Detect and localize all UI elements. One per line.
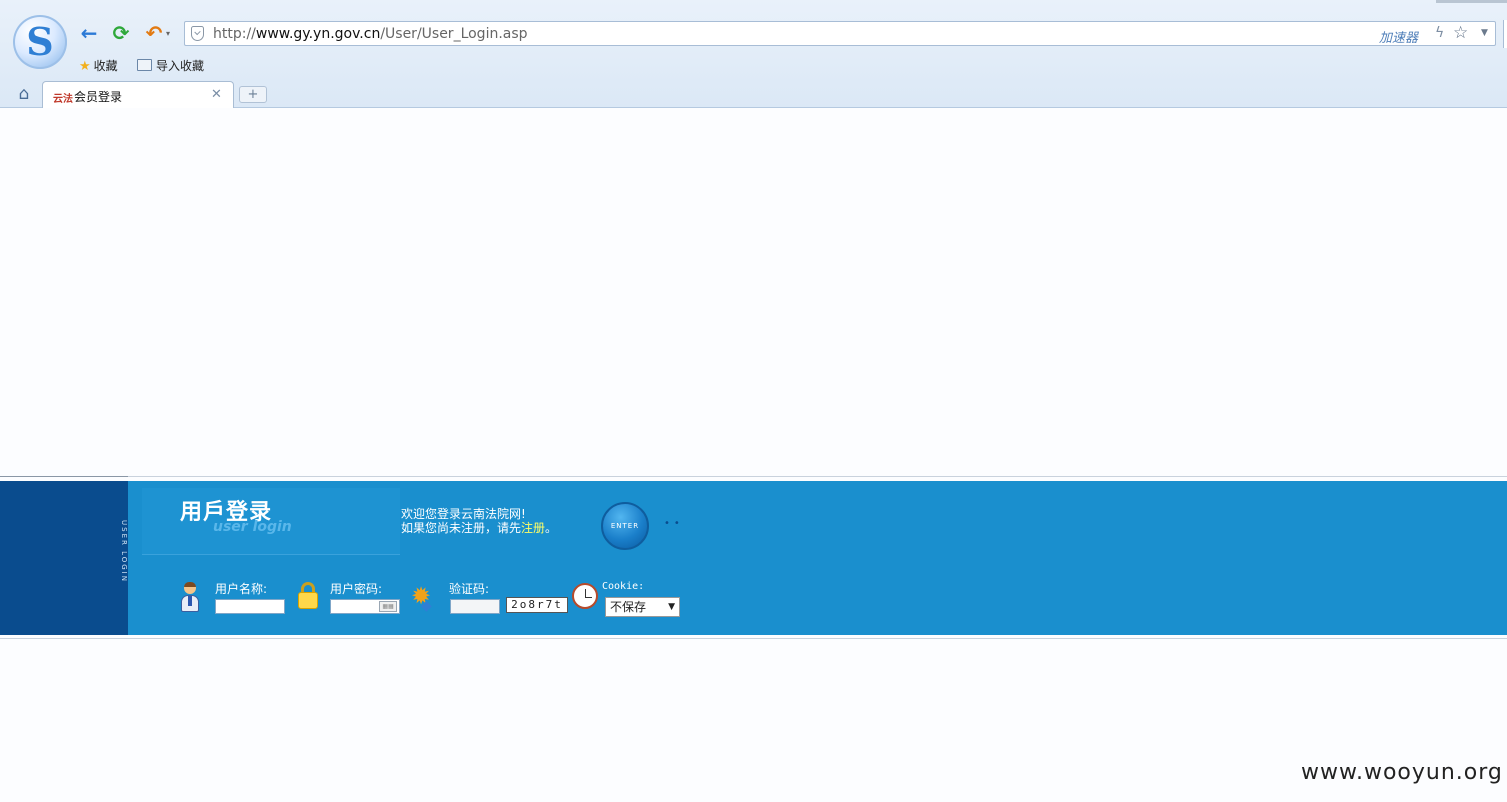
back-arrow-icon[interactable]: ← — [78, 22, 100, 44]
lightning-icon[interactable]: ϟ — [1435, 25, 1444, 41]
url-text[interactable]: http://www.gy.yn.gov.cn/User/User_Login.… — [213, 26, 528, 42]
lock-icon — [297, 582, 319, 610]
welcome-prefix: 如果您尚未注册，请先 — [401, 521, 522, 535]
home-icon[interactable]: ⌂ — [14, 85, 34, 103]
star-icon: ★ — [79, 59, 91, 74]
welcome-message: 欢迎您登录云南法院网! 如果您尚未注册，请先注册。 — [401, 507, 557, 535]
cookie-label: Cookie: — [602, 581, 645, 592]
vertical-label: USER LOGIN — [120, 520, 128, 583]
bookmark-label: 导入收藏 — [156, 59, 205, 73]
undo-dropdown-icon[interactable]: ▾ — [166, 29, 170, 38]
tab-title: 会员登录 — [74, 90, 123, 104]
watermark: www.wooyun.org — [1301, 760, 1503, 785]
security-shield-icon — [191, 26, 204, 41]
new-tab-button[interactable]: + — [239, 86, 267, 103]
divider — [0, 476, 1507, 477]
divider — [0, 476, 128, 477]
register-link[interactable]: 注册 — [521, 521, 545, 535]
folder-icon — [137, 59, 152, 71]
login-side-panel — [0, 481, 128, 635]
bookmark-import[interactable]: 导入收藏 — [137, 57, 204, 74]
close-icon[interactable]: ✕ — [211, 87, 222, 102]
login-subtitle: user login — [213, 519, 292, 535]
decorative-dots: •• — [664, 518, 684, 529]
clock-icon — [572, 583, 598, 609]
welcome-line-1: 欢迎您登录云南法院网! — [401, 507, 526, 521]
gear-icon: ✹ ◆ — [411, 582, 432, 614]
url-prefix: http:// — [213, 26, 256, 42]
bookmark-label: 收藏 — [93, 59, 118, 73]
captcha-label: 验证码: — [449, 582, 490, 596]
url-host: www.gy.yn.gov.cn — [255, 26, 381, 42]
keyboard-icon[interactable]: ▦▦ — [379, 601, 397, 612]
tab-favicon: 云法 — [53, 94, 73, 105]
window-edge — [1436, 0, 1507, 3]
address-dropdown-icon[interactable]: ▼ — [1481, 28, 1488, 38]
dropdown-arrow-icon: ▼ — [668, 602, 675, 612]
welcome-line-2: 如果您尚未注册，请先注册。 — [401, 521, 557, 535]
cookie-select[interactable]: 不保存 ▼ — [605, 597, 680, 617]
enter-button[interactable]: ENTER — [601, 502, 649, 550]
undo-close-tab-icon[interactable]: ↶ — [143, 22, 165, 44]
bookmark-favorites[interactable]: ★ 收藏 — [79, 57, 118, 74]
captcha-input[interactable] — [450, 599, 500, 614]
user-icon — [179, 582, 201, 612]
password-label: 用户密码: — [330, 582, 383, 596]
toolbar-edge — [1503, 20, 1507, 48]
url-path: /User/User_Login.asp — [380, 26, 528, 42]
divider — [0, 638, 1507, 639]
browser-logo-icon: S — [13, 15, 67, 69]
browser-tab[interactable]: 云法 会员登录 ✕ — [42, 81, 234, 108]
username-input[interactable] — [215, 599, 285, 614]
accelerator-button[interactable]: 加速器 — [1379, 27, 1418, 46]
username-label: 用户名称: — [215, 582, 268, 596]
welcome-suffix: 。 — [545, 521, 558, 535]
cookie-selected-value: 不保存 — [610, 600, 647, 614]
favorite-star-icon[interactable]: ☆ — [1453, 23, 1468, 43]
captcha-image[interactable]: 2o8r7t — [506, 597, 568, 613]
address-bar[interactable]: http://www.gy.yn.gov.cn/User/User_Login.… — [184, 21, 1496, 46]
refresh-icon[interactable]: ⟳ — [110, 22, 132, 44]
